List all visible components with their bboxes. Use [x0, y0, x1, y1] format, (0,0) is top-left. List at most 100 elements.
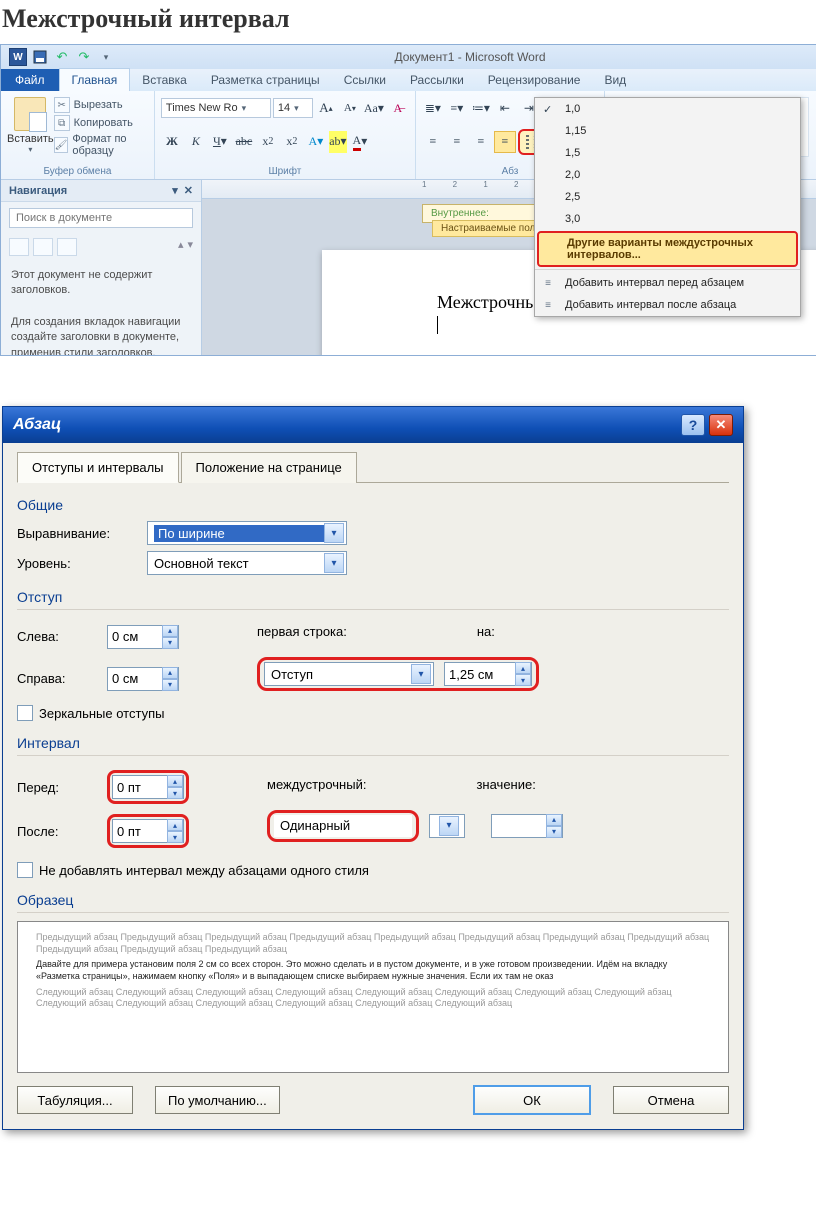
nav-close-icon[interactable]: ✕ — [184, 184, 193, 197]
first-line-by-input[interactable]: 1,25 см▴▾ — [444, 662, 532, 686]
decrease-indent-icon[interactable]: ⇤ — [494, 97, 516, 119]
ribbon-tabs: Файл Главная Вставка Разметка страницы С… — [1, 69, 816, 91]
nav-up-icon[interactable]: ▴ — [178, 238, 184, 256]
nav-tab-pages[interactable] — [33, 238, 53, 256]
indent-right-label: Справа: — [17, 671, 97, 686]
tab-indents[interactable]: Отступы и интервалы — [17, 452, 179, 483]
align-justify-icon[interactable]: ≡ — [494, 131, 516, 153]
spacing-option-2.5[interactable]: 2,5 — [535, 186, 800, 208]
cut-button[interactable]: ✂Вырезать — [54, 97, 148, 113]
indent-left-input[interactable]: 0 см▴▾ — [107, 625, 179, 649]
copy-button[interactable]: ⧉Копировать — [54, 115, 148, 131]
nav-down-icon[interactable]: ▾ — [187, 238, 193, 256]
section-general: Общие — [17, 497, 729, 513]
font-color-icon[interactable]: A▾ — [349, 131, 371, 153]
group-font: Times New Ro 14 A▴ A▾ Aa▾ A̶ Ж К Ч▾ abc … — [155, 91, 416, 179]
tabs-button[interactable]: Табуляция... — [17, 1086, 133, 1114]
spacing-option-2.0[interactable]: 2,0 — [535, 164, 800, 186]
checkbox-icon — [17, 705, 33, 721]
tab-layout[interactable]: Разметка страницы — [199, 69, 332, 91]
nav-search[interactable] — [9, 208, 193, 228]
italic-button[interactable]: К — [185, 131, 207, 153]
spacing-option-1.15[interactable]: 1,15 — [535, 120, 800, 142]
mirror-indents-checkbox[interactable]: Зеркальные отступы — [17, 705, 729, 721]
tab-page-position[interactable]: Положение на странице — [181, 452, 357, 483]
multilevel-icon[interactable]: ≔▾ — [470, 97, 492, 119]
shrink-font-icon[interactable]: A▾ — [339, 97, 361, 119]
same-style-checkbox[interactable]: Не добавлять интервал между абзацами одн… — [17, 862, 729, 878]
nav-search-input[interactable] — [9, 208, 193, 228]
save-icon[interactable] — [31, 48, 49, 66]
highlight-icon[interactable]: ab▾ — [329, 131, 347, 153]
brush-icon: 🖌 — [54, 137, 69, 153]
nav-tab-headings[interactable] — [9, 238, 29, 256]
cancel-button[interactable]: Отмена — [613, 1086, 729, 1114]
dialog-help-button[interactable]: ? — [681, 414, 705, 436]
ok-button[interactable]: ОК — [473, 1085, 591, 1115]
after-highlight: 0 пт▴▾ — [107, 814, 189, 848]
tab-file[interactable]: Файл — [1, 69, 59, 91]
line-value-input[interactable]: ▴▾ — [491, 814, 563, 838]
undo-icon[interactable]: ↶ — [53, 48, 71, 66]
font-size-combo[interactable]: 14 — [273, 98, 313, 118]
chevron-down-icon: ▾ — [439, 816, 459, 836]
align-left-icon[interactable]: ≡ — [422, 131, 444, 153]
dialog-title-text: Абзац — [13, 416, 61, 434]
alignment-label: Выравнивание: — [17, 526, 137, 541]
indent-right-input[interactable]: 0 см▴▾ — [107, 667, 179, 691]
bullets-icon[interactable]: ≣▾ — [422, 97, 444, 119]
tab-review[interactable]: Рецензирование — [476, 69, 593, 91]
bold-button[interactable]: Ж — [161, 131, 183, 153]
clipboard-group-label: Буфер обмена — [7, 164, 148, 179]
line-spacing-select[interactable]: Одинарный — [274, 815, 412, 837]
spacing-option-1.5[interactable]: 1,5 — [535, 142, 800, 164]
first-line-label: первая строка: — [257, 624, 347, 639]
tab-home[interactable]: Главная — [59, 68, 131, 91]
space-before-icon: ≡ — [541, 276, 555, 290]
space-before-input[interactable]: 0 пт▴▾ — [112, 775, 184, 799]
superscript-button[interactable]: x2 — [281, 131, 303, 153]
subscript-button[interactable]: x2 — [257, 131, 279, 153]
quick-access-toolbar: W ↶ ↷ ▾ — [1, 46, 123, 68]
before-after-highlight: 0 пт▴▾ — [107, 770, 189, 804]
paste-button[interactable]: Вставить ▾ — [7, 93, 54, 157]
qat-more-icon[interactable]: ▾ — [97, 48, 115, 66]
first-line-highlight: Отступ▾ 1,25 см▴▾ — [257, 657, 539, 691]
add-space-before[interactable]: ≡Добавить интервал перед абзацем — [535, 272, 800, 294]
clear-format-icon[interactable]: A̶ — [387, 97, 409, 119]
level-label: Уровень: — [17, 556, 137, 571]
align-right-icon[interactable]: ≡ — [470, 131, 492, 153]
dialog-tabs: Отступы и интервалы Положение на страниц… — [17, 451, 729, 483]
dialog-titlebar[interactable]: Абзац ? ✕ — [3, 407, 743, 443]
text-effects-icon[interactable]: A▾ — [305, 131, 327, 153]
underline-button[interactable]: Ч▾ — [209, 131, 231, 153]
tab-insert[interactable]: Вставка — [130, 69, 199, 91]
nav-dropdown-icon[interactable]: ▾ — [172, 184, 178, 197]
grow-font-icon[interactable]: A▴ — [315, 97, 337, 119]
default-button[interactable]: По умолчанию... — [155, 1086, 280, 1114]
dialog-close-button[interactable]: ✕ — [709, 414, 733, 436]
paste-icon — [14, 97, 46, 131]
nav-tab-results[interactable] — [57, 238, 77, 256]
line-spacing-arrow[interactable]: ▾ — [429, 814, 465, 838]
font-name-combo[interactable]: Times New Ro — [161, 98, 271, 118]
tab-view[interactable]: Вид — [592, 69, 638, 91]
alignment-select[interactable]: По ширине▾ — [147, 521, 347, 545]
font-group-label: Шрифт — [161, 164, 409, 179]
format-painter-button[interactable]: 🖌Формат по образцу — [54, 133, 148, 157]
numbering-icon[interactable]: ≡▾ — [446, 97, 468, 119]
spacing-option-1.0[interactable]: 1,0 — [535, 98, 800, 120]
redo-icon[interactable]: ↷ — [75, 48, 93, 66]
tab-mailings[interactable]: Рассылки — [398, 69, 476, 91]
first-line-select[interactable]: Отступ▾ — [264, 662, 434, 686]
level-select[interactable]: Основной текст▾ — [147, 551, 347, 575]
align-center-icon[interactable]: ≡ — [446, 131, 468, 153]
tab-references[interactable]: Ссылки — [332, 69, 398, 91]
spacing-more-options[interactable]: Другие варианты междустрочных интервалов… — [537, 231, 798, 267]
space-after-input[interactable]: 0 пт▴▾ — [112, 819, 184, 843]
chevron-down-icon: ▾ — [411, 664, 431, 684]
strike-button[interactable]: abc — [233, 131, 255, 153]
change-case-icon[interactable]: Aa▾ — [363, 97, 385, 119]
add-space-after[interactable]: ≡Добавить интервал после абзаца — [535, 294, 800, 316]
spacing-option-3.0[interactable]: 3,0 — [535, 208, 800, 230]
